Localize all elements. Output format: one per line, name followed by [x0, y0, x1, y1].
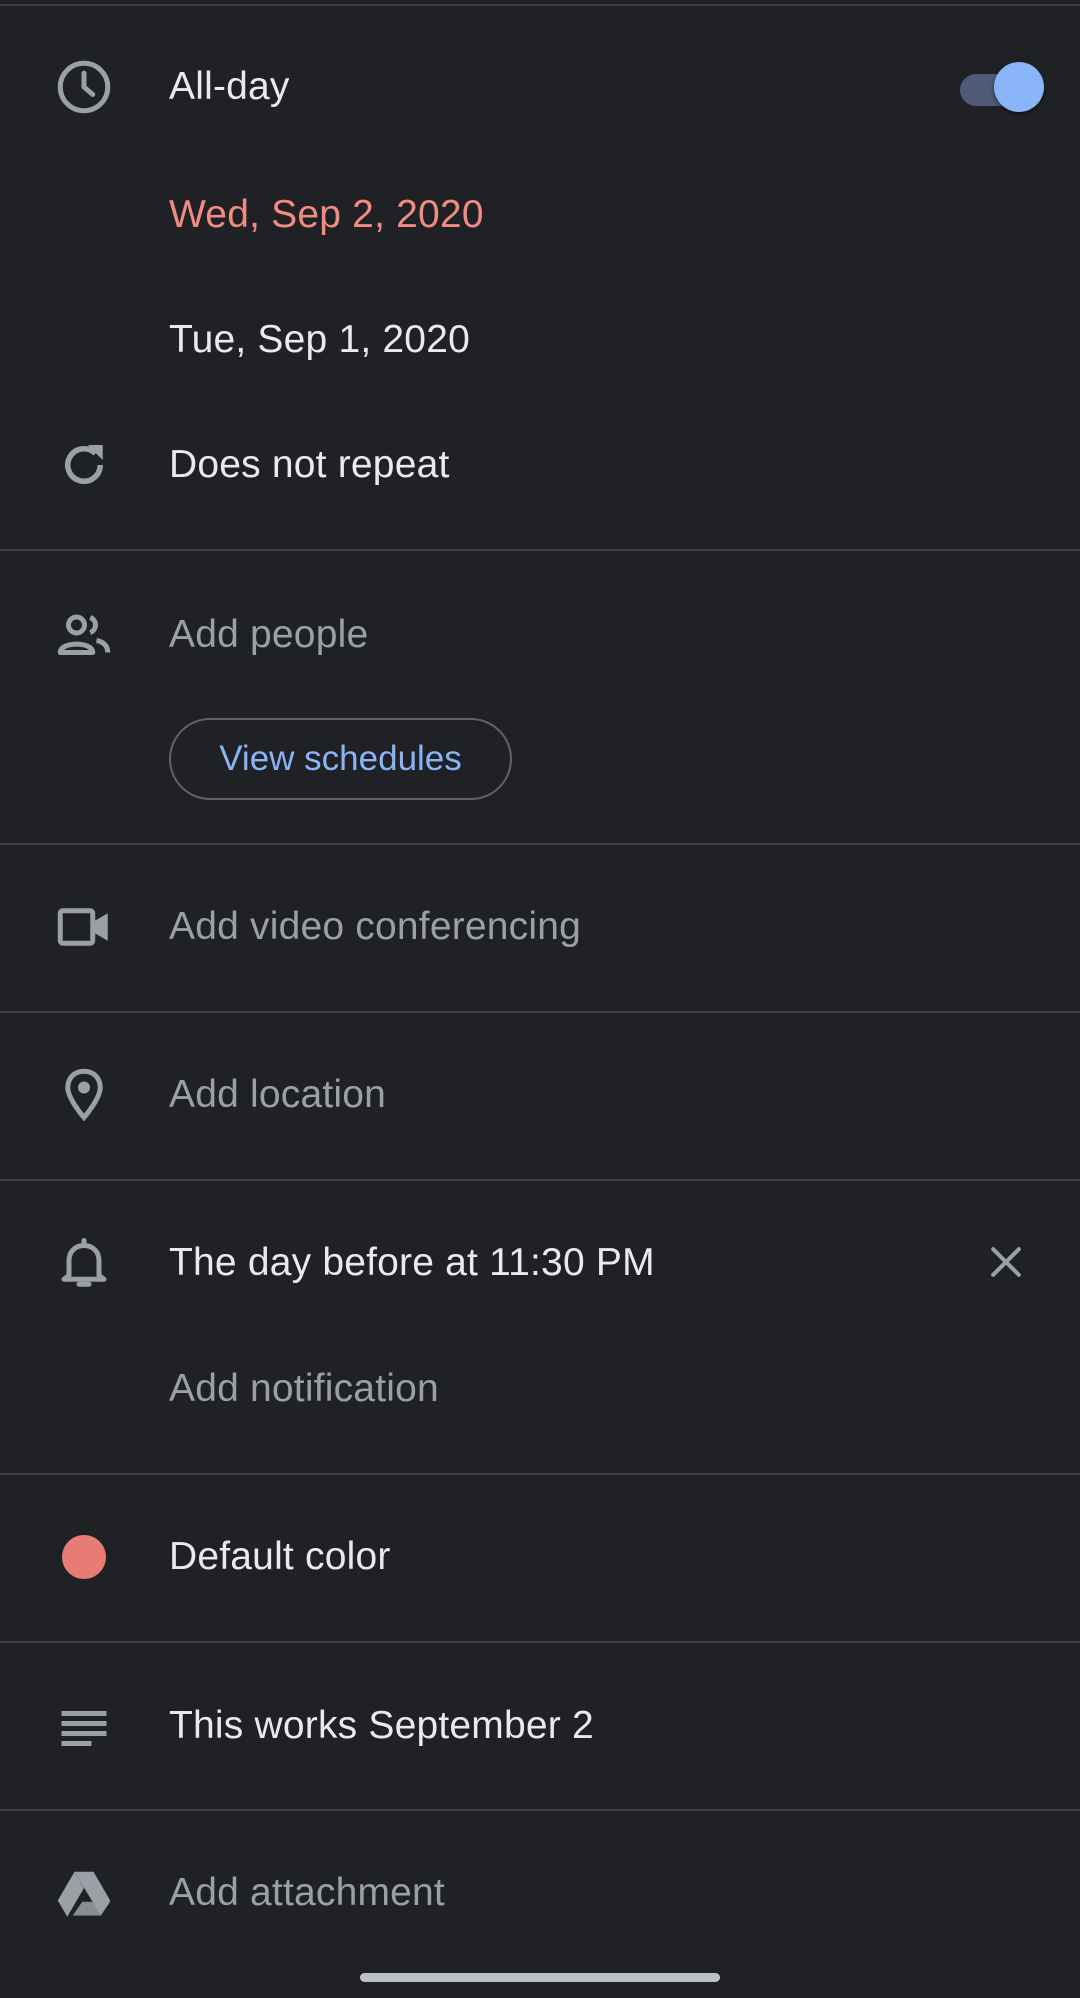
description-text[interactable]: This works September 2: [169, 1671, 594, 1781]
divider: [0, 1473, 1080, 1475]
divider: [0, 1809, 1080, 1811]
divider: [0, 1641, 1080, 1643]
video-conferencing-row[interactable]: Add video conferencing: [0, 872, 1080, 982]
end-date[interactable]: Tue, Sep 1, 2020: [169, 285, 470, 395]
bell-icon: [52, 1231, 116, 1295]
people-icon: [52, 603, 116, 667]
close-icon: [991, 1247, 1021, 1277]
clock-icon: [52, 55, 116, 119]
divider: [0, 1011, 1080, 1013]
all-day-toggle[interactable]: [956, 62, 1044, 112]
add-location-input[interactable]: Add location: [169, 1040, 386, 1150]
location-row[interactable]: Add location: [0, 1040, 1080, 1150]
description-row[interactable]: This works September 2: [0, 1671, 1080, 1781]
top-divider: [0, 4, 1080, 6]
toggle-thumb: [994, 62, 1044, 112]
view-schedules-button[interactable]: View schedules: [169, 718, 512, 800]
all-day-row[interactable]: All-day: [0, 32, 1080, 142]
remove-notification-button[interactable]: [976, 1232, 1036, 1292]
end-date-row[interactable]: Tue, Sep 1, 2020: [0, 285, 1080, 395]
start-date-row[interactable]: Wed, Sep 2, 2020: [0, 160, 1080, 270]
divider: [0, 549, 1080, 551]
drive-icon: [52, 1861, 116, 1925]
start-date[interactable]: Wed, Sep 2, 2020: [169, 160, 484, 270]
color-row[interactable]: Default color: [0, 1502, 1080, 1612]
notification-item[interactable]: The day before at 11:30 PM: [169, 1208, 655, 1318]
home-indicator[interactable]: [360, 1973, 720, 1982]
add-notification[interactable]: Add notification: [169, 1334, 439, 1444]
add-attachment[interactable]: Add attachment: [169, 1838, 445, 1948]
repeat-icon: [52, 433, 116, 497]
divider: [0, 1179, 1080, 1181]
location-pin-icon: [52, 1063, 116, 1127]
attachment-row[interactable]: Add attachment: [0, 1838, 1080, 1948]
add-notification-row[interactable]: Add notification: [0, 1334, 1080, 1444]
add-people-input[interactable]: Add people: [169, 580, 368, 690]
color-swatch: [52, 1525, 116, 1589]
notification-row[interactable]: The day before at 11:30 PM: [0, 1208, 1080, 1318]
notes-icon: [52, 1694, 116, 1758]
add-video-conferencing[interactable]: Add video conferencing: [169, 872, 581, 982]
color-label: Default color: [169, 1535, 391, 1578]
repeat-row[interactable]: Does not repeat: [0, 410, 1080, 520]
add-people-row[interactable]: Add people: [0, 580, 1080, 690]
videocam-icon: [52, 895, 116, 959]
repeat-label: Does not repeat: [169, 443, 450, 486]
color-dot: [62, 1535, 106, 1579]
divider: [0, 843, 1080, 845]
all-day-label: All-day: [169, 65, 290, 108]
